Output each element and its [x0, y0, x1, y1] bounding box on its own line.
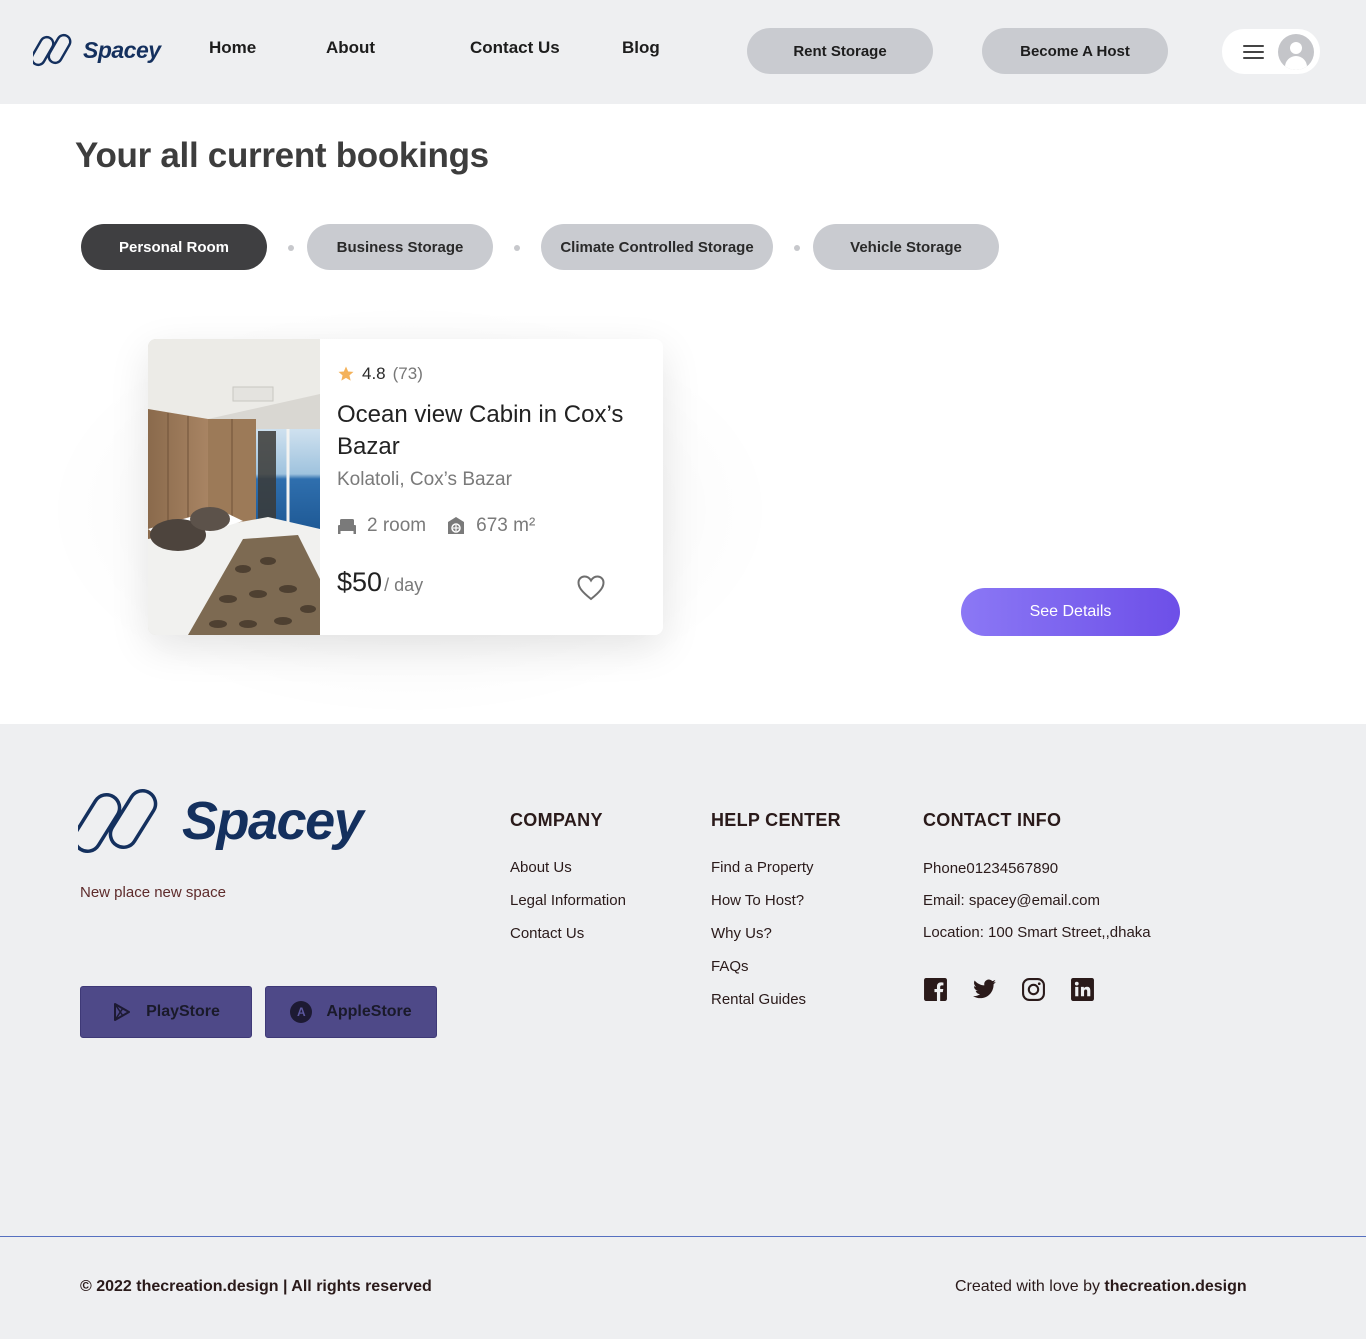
tab-separator [288, 245, 294, 251]
brand-logo[interactable]: Spacey [33, 32, 161, 68]
area-spec: 673 m² [446, 515, 535, 537]
card-body: 4.8 (73) Ocean view Cabin in Cox’s Bazar… [337, 339, 657, 635]
tab-climate-controlled-storage[interactable]: Climate Controlled Storage [541, 224, 773, 270]
credit-prefix: Created with love by [955, 1278, 1105, 1295]
rooms-spec: 2 room [337, 515, 426, 537]
footer-link-legal[interactable]: Legal Information [510, 892, 626, 909]
see-details-button[interactable]: See Details [961, 588, 1180, 636]
user-menu[interactable] [1222, 29, 1320, 74]
playstore-label: PlayStore [146, 1003, 220, 1020]
tab-personal-room[interactable]: Personal Room [81, 224, 267, 270]
price-amount: $50 [337, 567, 383, 597]
contact-info-heading: CONTACT INFO [923, 810, 1062, 830]
room-photo [148, 339, 320, 635]
logo-mark-icon [78, 788, 158, 854]
review-count: (73) [392, 364, 423, 383]
copyright: © 2022 thecreation.design | All rights r… [80, 1278, 432, 1295]
app-store-icon: A [290, 1001, 313, 1023]
facebook-icon[interactable] [923, 977, 948, 1002]
bed-icon [338, 519, 356, 534]
tagline: New place new space [80, 884, 226, 901]
rating-value: 4.8 [362, 364, 386, 383]
nav-about[interactable]: About [326, 38, 375, 58]
tab-separator [794, 245, 800, 251]
price-unit: / day [384, 575, 424, 595]
playstore-button[interactable]: PlayStore [80, 986, 252, 1038]
contact-email: Email: spacey@email.com [923, 892, 1100, 909]
star-icon [338, 366, 354, 381]
favorite-heart-icon[interactable] [577, 575, 605, 601]
listing-specs: 2 room 673 m² [337, 515, 555, 537]
footer-logo[interactable]: Spacey [78, 786, 364, 856]
nav-blog[interactable]: Blog [622, 38, 660, 58]
listing-location: Kolatoli, Cox’s Bazar [337, 469, 512, 490]
tab-vehicle-storage[interactable]: Vehicle Storage [813, 224, 999, 270]
twitter-icon[interactable] [972, 977, 997, 1002]
rating: 4.8 (73) [337, 364, 423, 384]
footer-link-why-us[interactable]: Why Us? [711, 925, 772, 942]
footer-link-faqs[interactable]: FAQs [711, 958, 749, 975]
area-size: 673 m² [476, 515, 536, 536]
brand-name: Spacey [83, 36, 161, 63]
area-icon [448, 517, 465, 534]
become-host-button[interactable]: Become A Host [982, 28, 1168, 74]
tab-business-storage[interactable]: Business Storage [307, 224, 493, 270]
logo-mark-icon [33, 33, 72, 67]
page-title: Your all current bookings [75, 136, 489, 175]
rooms-count: 2 room [367, 515, 427, 536]
credit-link[interactable]: thecreation.design [1104, 1278, 1246, 1295]
help-center-heading: HELP CENTER [711, 810, 841, 830]
footer-link-about-us[interactable]: About Us [510, 859, 572, 876]
footer-link-contact-us[interactable]: Contact Us [510, 925, 584, 942]
linkedin-icon[interactable] [1070, 977, 1095, 1002]
listing-title[interactable]: Ocean view Cabin in Cox’s Bazar [337, 399, 637, 463]
top-navbar: Spacey Home About Contact Us Blog Rent S… [0, 0, 1366, 104]
avatar-icon[interactable] [1278, 33, 1314, 70]
rent-storage-button[interactable]: Rent Storage [747, 28, 933, 74]
company-heading: COMPANY [510, 810, 603, 830]
applestore-button[interactable]: A AppleStore [265, 986, 437, 1038]
footer-link-rental-guides[interactable]: Rental Guides [711, 991, 806, 1008]
contact-phone: Phone01234567890 [923, 860, 1059, 877]
contact-location: Location: 100 Smart Street,,dhaka [923, 924, 1151, 941]
nav-contact-us[interactable]: Contact Us [470, 38, 560, 58]
instagram-icon[interactable] [1021, 977, 1046, 1002]
footer-link-find-property[interactable]: Find a Property [711, 859, 814, 876]
hamburger-menu-icon[interactable] [1243, 44, 1264, 59]
footer: Spacey New place new space PlayStore A A… [0, 724, 1366, 1339]
footer-divider [0, 1236, 1366, 1237]
booking-card[interactable]: 4.8 (73) Ocean view Cabin in Cox’s Bazar… [148, 339, 663, 635]
credit: Created with love by thecreation.design [955, 1278, 1247, 1296]
price: $50 / day [337, 567, 423, 598]
applestore-label: AppleStore [326, 1003, 412, 1020]
tab-separator [514, 245, 520, 251]
play-store-icon [114, 1003, 131, 1021]
nav-home[interactable]: Home [209, 38, 256, 58]
footer-brand-name: Spacey [182, 791, 364, 851]
footer-link-how-to-host[interactable]: How To Host? [711, 892, 804, 909]
